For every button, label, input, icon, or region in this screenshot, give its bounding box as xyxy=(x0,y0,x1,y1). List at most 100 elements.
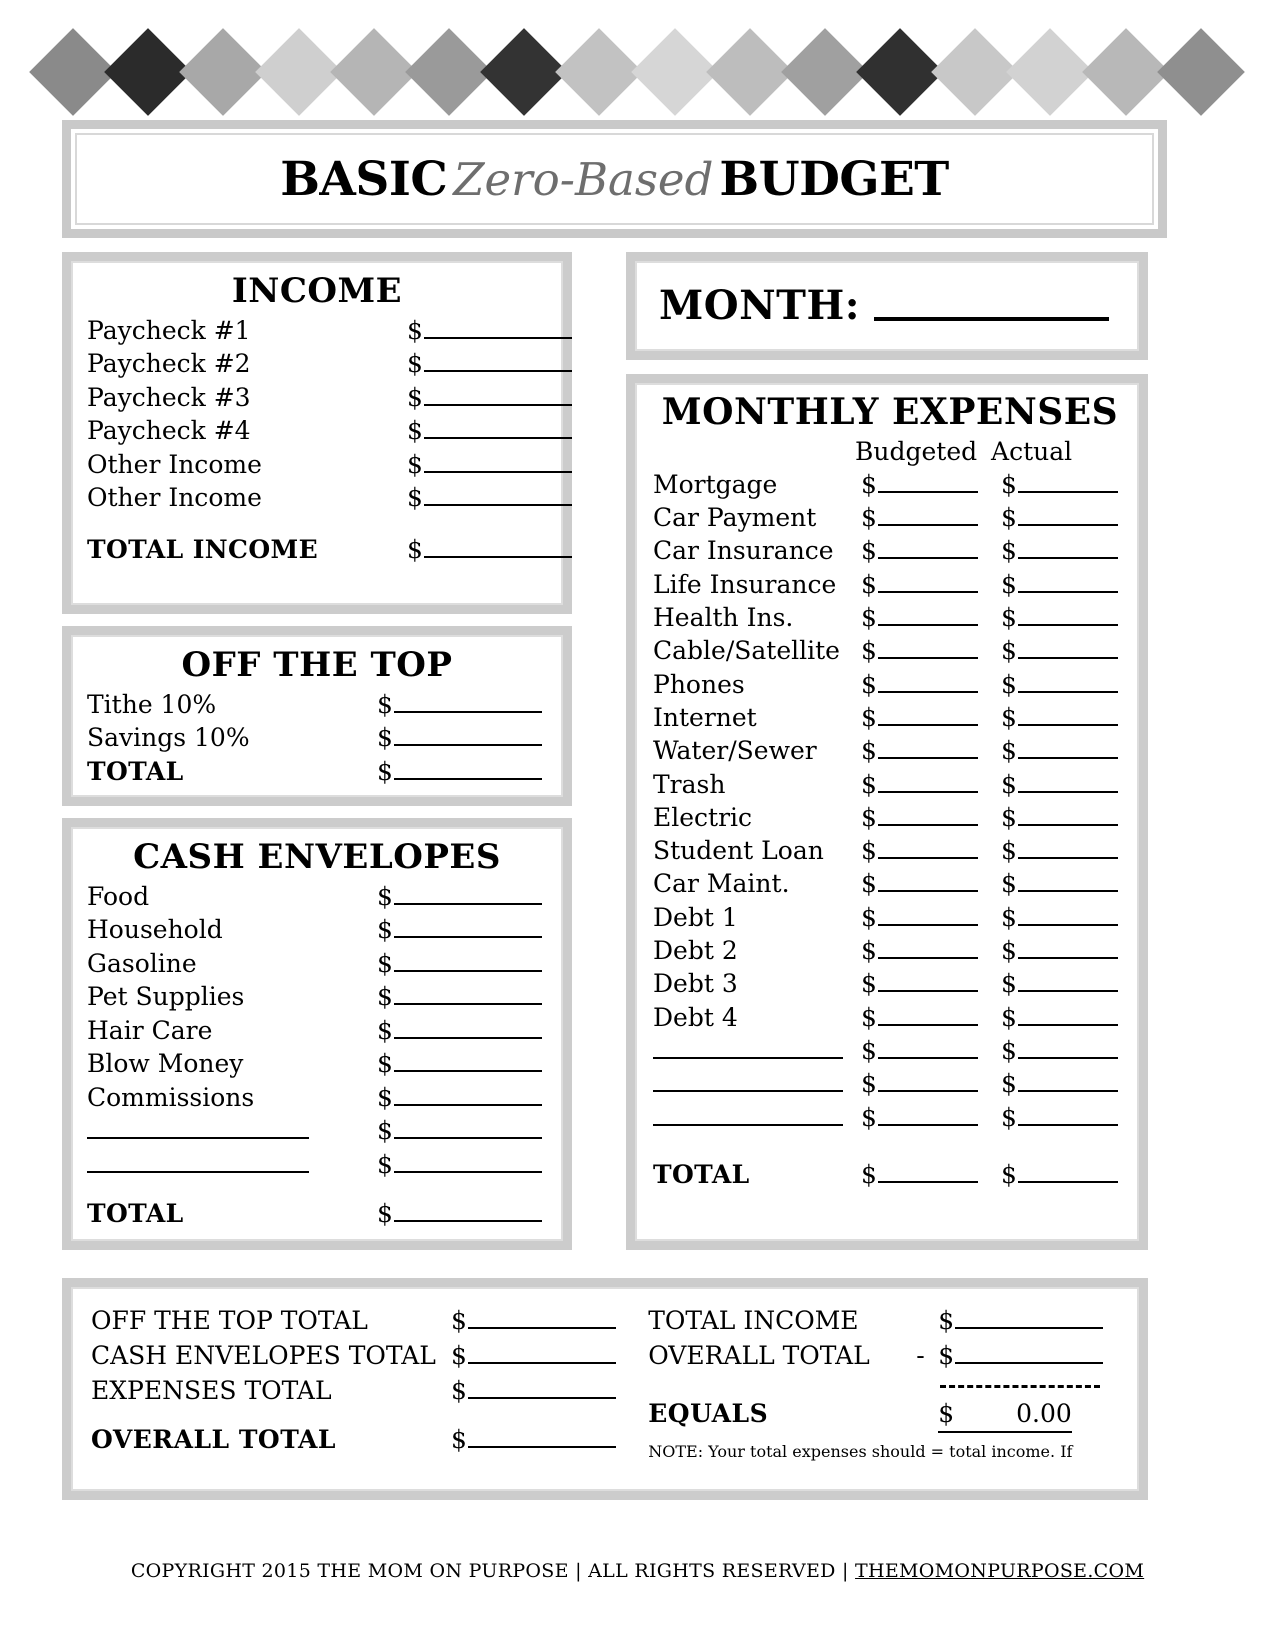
amount-field[interactable]: $ xyxy=(377,1114,542,1148)
expense-actual-line[interactable] xyxy=(1017,502,1118,527)
expenses-total-actual[interactable]: $ xyxy=(1001,1158,1141,1191)
expense-actual-cell[interactable]: $ xyxy=(1001,534,1141,567)
amount-field[interactable]: $ xyxy=(407,347,577,381)
amount-field[interactable]: $ xyxy=(861,801,978,834)
website-link[interactable]: THEMOMONPURPOSE.COM xyxy=(855,1560,1144,1582)
off-the-top-input-line[interactable] xyxy=(393,689,542,713)
amount-field[interactable]: $ xyxy=(451,1303,616,1338)
expense-budgeted-line[interactable] xyxy=(877,968,978,993)
income-total-input-line[interactable] xyxy=(423,534,572,558)
amount-field[interactable]: $ xyxy=(1001,867,1118,900)
expense-budgeted-cell[interactable]: $ xyxy=(861,967,1001,1000)
expense-actual-cell[interactable]: $ xyxy=(1001,701,1141,734)
amount-field[interactable]: $ xyxy=(377,1148,542,1182)
amount-field[interactable]: $ xyxy=(1001,967,1118,1000)
expense-actual-cell[interactable]: $ xyxy=(1001,1067,1141,1100)
expense-actual-line[interactable] xyxy=(1017,769,1118,793)
expense-budgeted-cell[interactable]: $ xyxy=(861,934,1001,967)
cash-envelopes-input-line[interactable] xyxy=(393,948,542,972)
amount-field[interactable]: $ xyxy=(1001,1001,1118,1034)
expense-budgeted-cell[interactable]: $ xyxy=(861,901,1001,934)
summary-input-line[interactable] xyxy=(467,1340,616,1364)
expense-budgeted-line[interactable] xyxy=(877,502,978,527)
cash-envelopes-input-line[interactable] xyxy=(393,1048,542,1073)
amount-field[interactable]: $ xyxy=(861,534,978,567)
expense-budgeted-line[interactable] xyxy=(877,769,978,793)
amount-field[interactable]: $ xyxy=(938,1303,1104,1338)
expense-budgeted-line[interactable] xyxy=(877,635,978,660)
expense-actual-line[interactable] xyxy=(1017,635,1118,660)
amount-field[interactable]: $ xyxy=(1001,701,1118,734)
amount-field[interactable]: $ xyxy=(377,721,542,755)
income-total-amount[interactable]: $ xyxy=(407,533,577,567)
cash-envelopes-total-amount[interactable]: $ xyxy=(377,1197,542,1231)
amount-field[interactable]: $ xyxy=(861,901,978,934)
expense-budgeted-cell[interactable]: $ xyxy=(861,568,1001,601)
expense-actual-line[interactable] xyxy=(1017,1035,1118,1059)
expense-actual-line[interactable] xyxy=(1017,602,1118,627)
amount-field[interactable]: $ xyxy=(1001,934,1118,967)
income-input-line[interactable] xyxy=(423,382,572,406)
cash-envelopes-input-line[interactable] xyxy=(393,1082,542,1106)
off-the-top-total-amount[interactable]: $ xyxy=(377,755,542,789)
expense-budgeted-cell[interactable]: $ xyxy=(861,1034,1001,1067)
amount-field[interactable]: $ xyxy=(1001,634,1118,667)
expense-actual-cell[interactable]: $ xyxy=(1001,1001,1141,1034)
amount-field[interactable]: $ xyxy=(377,913,542,947)
amount-field[interactable]: $ xyxy=(407,314,577,348)
amount-field[interactable]: $ xyxy=(861,468,978,501)
amount-field[interactable]: $ xyxy=(861,1034,978,1067)
expense-actual-line[interactable] xyxy=(1017,535,1118,560)
expense-actual-line[interactable] xyxy=(1017,835,1118,860)
expense-budgeted-line[interactable] xyxy=(877,602,978,627)
expense-actual-cell[interactable]: $ xyxy=(1001,634,1141,667)
expense-budgeted-line[interactable] xyxy=(877,1102,978,1126)
amount-field[interactable]: $ xyxy=(861,1067,978,1100)
expense-actual-cell[interactable]: $ xyxy=(1001,734,1141,767)
amount-field[interactable]: $ xyxy=(1001,734,1118,767)
amount-field[interactable]: $ xyxy=(407,448,577,482)
expense-budgeted-line[interactable] xyxy=(877,1002,978,1026)
expense-budgeted-line[interactable] xyxy=(877,535,978,560)
expense-budgeted-line[interactable] xyxy=(877,935,978,960)
expense-actual-cell[interactable]: $ xyxy=(1001,1101,1141,1134)
expense-actual-cell[interactable]: $ xyxy=(1001,568,1141,601)
expenses-total-actual-line[interactable] xyxy=(1017,1159,1118,1183)
cash-envelopes-input-line[interactable] xyxy=(393,1115,542,1140)
cash-envelopes-total-input-line[interactable] xyxy=(393,1198,542,1223)
expense-budgeted-line[interactable] xyxy=(877,669,978,693)
amount-field[interactable]: $ xyxy=(1001,568,1118,601)
amount-field[interactable]: $ xyxy=(861,568,978,601)
expense-actual-line[interactable] xyxy=(1017,702,1118,726)
amount-field[interactable]: $ xyxy=(1001,1101,1118,1134)
expense-budgeted-cell[interactable]: $ xyxy=(861,468,1001,501)
amount-field[interactable]: $ xyxy=(1001,468,1118,501)
expense-budgeted-cell[interactable]: $ xyxy=(861,768,1001,801)
expense-budgeted-cell[interactable]: $ xyxy=(861,501,1001,534)
expense-budgeted-cell[interactable]: $ xyxy=(861,601,1001,634)
expense-budgeted-cell[interactable]: $ xyxy=(861,734,1001,767)
expense-actual-cell[interactable]: $ xyxy=(1001,834,1141,867)
expense-budgeted-cell[interactable]: $ xyxy=(861,634,1001,667)
expense-budgeted-line[interactable] xyxy=(877,1035,978,1059)
summary-input-line[interactable] xyxy=(955,1340,1104,1364)
expense-actual-cell[interactable]: $ xyxy=(1001,601,1141,634)
amount-field[interactable]: $ xyxy=(861,668,978,701)
expense-actual-line[interactable] xyxy=(1017,1068,1118,1093)
expense-budgeted-line[interactable] xyxy=(877,802,978,826)
amount-field[interactable]: $ xyxy=(861,501,978,534)
expense-budgeted-cell[interactable]: $ xyxy=(861,534,1001,567)
summary-input-line[interactable] xyxy=(955,1305,1104,1329)
expense-actual-cell[interactable]: $ xyxy=(1001,468,1141,501)
amount-field[interactable]: $ xyxy=(1001,668,1118,701)
amount-field[interactable]: $ xyxy=(377,1014,542,1048)
amount-field[interactable]: $ xyxy=(1001,834,1118,867)
expense-budgeted-cell[interactable]: $ xyxy=(861,834,1001,867)
income-input-line[interactable] xyxy=(423,449,572,473)
expense-actual-cell[interactable]: $ xyxy=(1001,967,1141,1000)
custom-label-input-line[interactable] xyxy=(87,1149,309,1173)
expense-budgeted-cell[interactable]: $ xyxy=(861,701,1001,734)
expense-budgeted-line[interactable] xyxy=(877,1068,978,1093)
expense-budgeted-cell[interactable]: $ xyxy=(861,1001,1001,1034)
expense-budgeted-cell[interactable]: $ xyxy=(861,801,1001,834)
